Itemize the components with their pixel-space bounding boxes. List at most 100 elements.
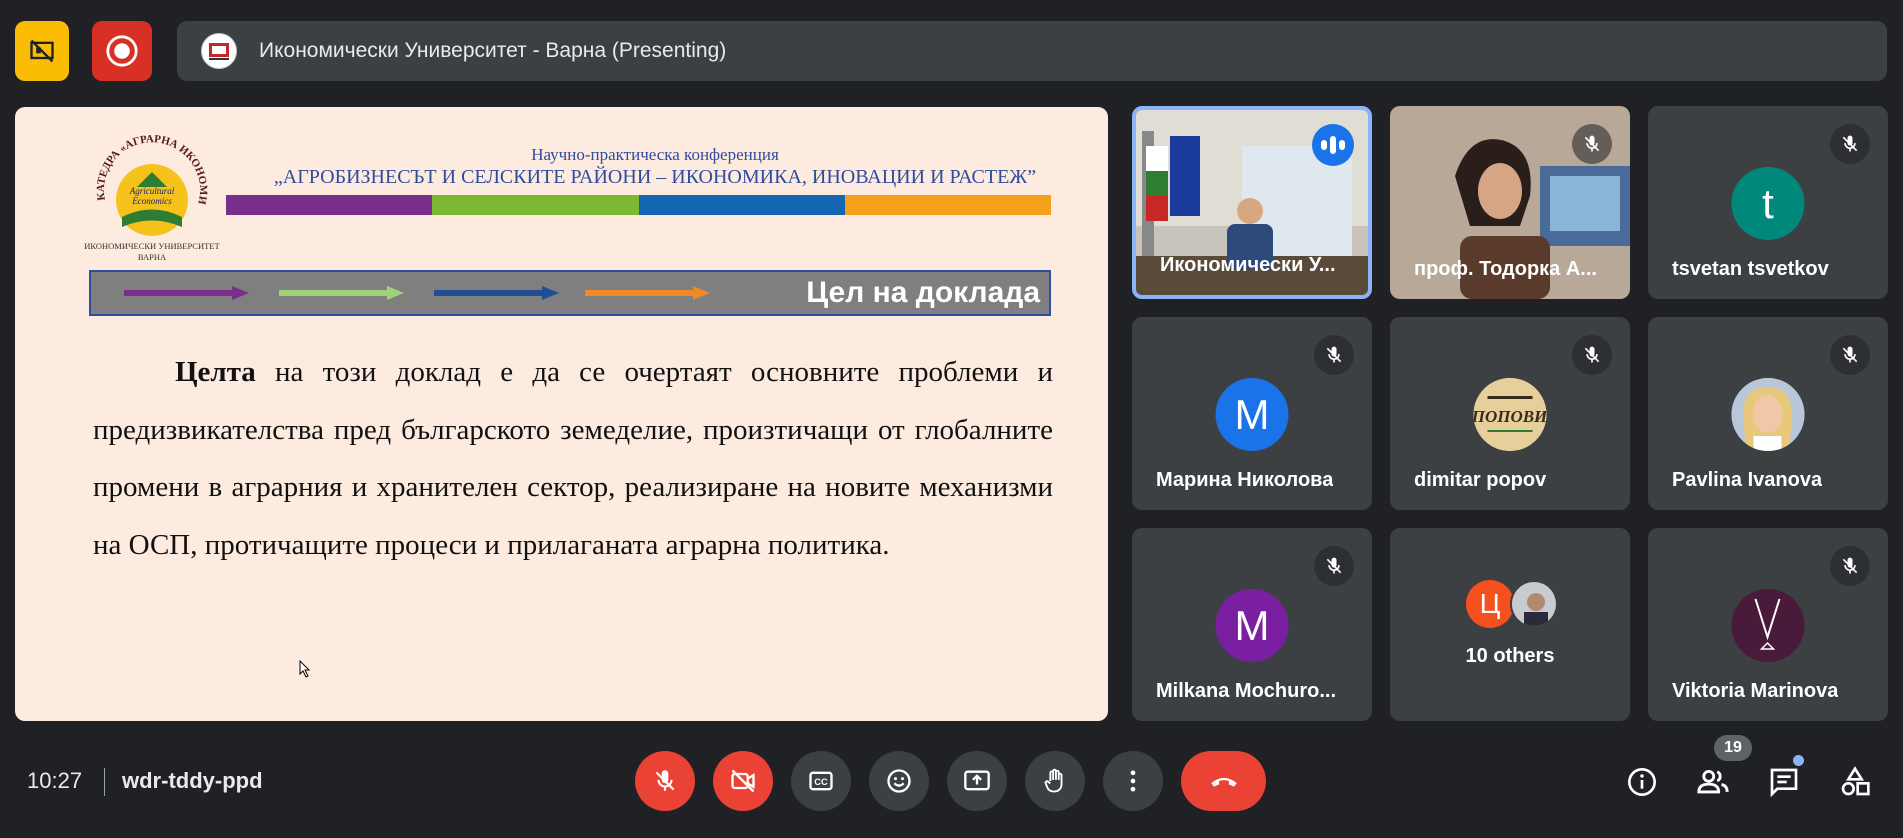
orange-arrow-icon bbox=[585, 286, 710, 300]
mic-off-icon bbox=[1842, 135, 1858, 152]
participant-tile[interactable]: Икономически У... bbox=[1132, 106, 1372, 299]
profile-photo bbox=[1731, 378, 1805, 451]
avatar: t bbox=[1731, 167, 1805, 240]
mic-off-indicator bbox=[1830, 546, 1870, 586]
participant-name: Viktoria Marinova bbox=[1672, 680, 1839, 702]
avatar: M bbox=[1215, 589, 1289, 662]
closed-captions-icon: CC bbox=[809, 771, 833, 791]
chat-button[interactable] bbox=[1764, 762, 1804, 802]
slide-body-text: Целта на този доклад е да се очертаят ос… bbox=[93, 344, 1053, 574]
mic-off-icon bbox=[1326, 557, 1342, 574]
hand-icon bbox=[1044, 768, 1063, 793]
people-icon bbox=[1697, 769, 1729, 794]
avatar bbox=[1731, 589, 1805, 662]
participant-name: Икономически У... bbox=[1160, 254, 1336, 276]
profile-image: ПОПОВИ bbox=[1473, 378, 1547, 451]
mic-off-indicator bbox=[1830, 335, 1870, 375]
avatar bbox=[1510, 580, 1558, 628]
conference-title: Научно-практическа конференция „АГРОБИЗН… bbox=[235, 145, 1075, 189]
mic-off-icon bbox=[1584, 346, 1600, 363]
svg-text:ВАРНА: ВАРНА bbox=[138, 252, 167, 262]
reactions-button[interactable] bbox=[869, 751, 929, 811]
avatar: ПОПОВИ bbox=[1473, 378, 1547, 451]
participant-tile[interactable]: M Milkana Mochuro... bbox=[1132, 528, 1372, 721]
conference-subtitle: Научно-практическа конференция bbox=[531, 145, 779, 164]
body-bold-word: Целта bbox=[175, 356, 256, 388]
mic-off-icon bbox=[655, 770, 675, 791]
raise-hand-button[interactable] bbox=[1025, 751, 1085, 811]
recording-button[interactable] bbox=[92, 21, 152, 81]
call-end-icon bbox=[1210, 777, 1237, 787]
mic-off-icon bbox=[1842, 557, 1858, 574]
svg-text:Economics: Economics bbox=[131, 196, 172, 206]
avatar bbox=[1731, 378, 1805, 451]
mic-off-indicator bbox=[1572, 124, 1612, 164]
presentation-toggle-button[interactable] bbox=[15, 21, 69, 81]
profile-image-text: ПОПОВИ bbox=[1474, 407, 1547, 426]
participant-name: Milkana Mochuro... bbox=[1156, 680, 1337, 702]
mic-off-indicator bbox=[1314, 335, 1354, 375]
captions-button[interactable]: CC bbox=[791, 751, 851, 811]
participant-name: tsvetan tsvetkov bbox=[1672, 258, 1829, 280]
leave-call-button[interactable] bbox=[1181, 751, 1266, 811]
svg-text:ИКОНОМИЧЕСКИ УНИВЕРСИТЕТ: ИКОНОМИЧЕСКИ УНИВЕРСИТЕТ bbox=[84, 241, 220, 251]
meeting-code: wdr-tddy-ppd bbox=[122, 768, 263, 793]
avatar: Ц bbox=[1466, 580, 1514, 628]
participant-name: Марина Николова bbox=[1156, 469, 1334, 491]
mic-off-icon bbox=[1842, 346, 1858, 363]
presentation-slide: КАТЕДРА «АГРАРНА ИКОНОМИКА» Agricultural… bbox=[15, 107, 1108, 721]
presenting-title: Икономически Университет - Варна (Presen… bbox=[259, 39, 727, 62]
microphone-toggle-button[interactable] bbox=[635, 751, 695, 811]
blue-arrow-icon bbox=[434, 286, 559, 300]
profile-photo bbox=[1512, 582, 1556, 626]
record-icon bbox=[106, 35, 138, 67]
video-off-icon bbox=[731, 769, 755, 793]
participant-tile[interactable]: М Марина Николова bbox=[1132, 317, 1372, 510]
green-arrow-icon bbox=[279, 286, 404, 300]
people-count-badge: 19 bbox=[1714, 735, 1752, 761]
speaking-indicator bbox=[1312, 124, 1354, 166]
mouse-cursor-icon bbox=[299, 660, 311, 678]
meeting-time: 10:27 bbox=[27, 768, 83, 793]
people-button[interactable] bbox=[1693, 762, 1733, 802]
divider bbox=[104, 768, 105, 796]
presenting-banner: Икономически Университет - Варна (Presen… bbox=[177, 21, 1887, 81]
participant-tile[interactable]: Pavlina Ivanova bbox=[1648, 317, 1888, 510]
activities-icon bbox=[1841, 766, 1870, 796]
camera-toggle-button[interactable] bbox=[713, 751, 773, 811]
others-count-label: 10 others bbox=[1465, 645, 1555, 667]
more-options-button[interactable] bbox=[1103, 751, 1163, 811]
mic-off-icon bbox=[1584, 135, 1600, 152]
present-screen-button[interactable] bbox=[947, 751, 1007, 811]
color-stripe bbox=[226, 195, 1051, 215]
presenter-avatar bbox=[201, 33, 237, 69]
svg-text:CC: CC bbox=[814, 777, 828, 787]
participant-tile[interactable]: проф. Тодорка А... bbox=[1390, 106, 1630, 299]
avatar: М bbox=[1215, 378, 1289, 451]
participant-tile[interactable]: ПОПОВИ dimitar popov bbox=[1390, 317, 1630, 510]
chat-notification-dot bbox=[1793, 755, 1804, 766]
conference-name: „АГРОБИЗНЕСЪТ И СЕЛСКИТЕ РАЙОНИ – ИКОНОМ… bbox=[273, 166, 1037, 188]
purple-arrow-icon bbox=[124, 286, 249, 300]
participant-tile[interactable]: t tsvetan tsvetkov bbox=[1648, 106, 1888, 299]
mic-off-indicator bbox=[1830, 124, 1870, 164]
mic-off-indicator bbox=[1572, 335, 1612, 375]
mic-off-indicator bbox=[1314, 546, 1354, 586]
participant-tile[interactable]: Viktoria Marinova bbox=[1648, 528, 1888, 721]
emoji-icon bbox=[887, 769, 911, 793]
university-logo-icon bbox=[209, 43, 229, 60]
info-icon bbox=[1628, 768, 1656, 796]
svg-text:Agricultural: Agricultural bbox=[129, 186, 175, 196]
mic-off-icon bbox=[1326, 346, 1342, 363]
participant-name: проф. Тодорка А... bbox=[1414, 258, 1597, 280]
chat-icon bbox=[1770, 768, 1798, 798]
goal-header-bar: Цел на доклада bbox=[89, 270, 1051, 316]
present-icon bbox=[964, 770, 990, 791]
participant-name: dimitar popov bbox=[1414, 469, 1547, 491]
profile-logo-icon bbox=[1731, 589, 1805, 662]
participant-name: Pavlina Ivanova bbox=[1672, 469, 1823, 491]
department-logo: КАТЕДРА «АГРАРНА ИКОНОМИКА» Agricultural… bbox=[77, 132, 221, 262]
meeting-details-button[interactable] bbox=[1622, 762, 1662, 802]
others-tile[interactable]: Ц 10 others bbox=[1390, 528, 1630, 721]
activities-button[interactable] bbox=[1835, 762, 1875, 802]
